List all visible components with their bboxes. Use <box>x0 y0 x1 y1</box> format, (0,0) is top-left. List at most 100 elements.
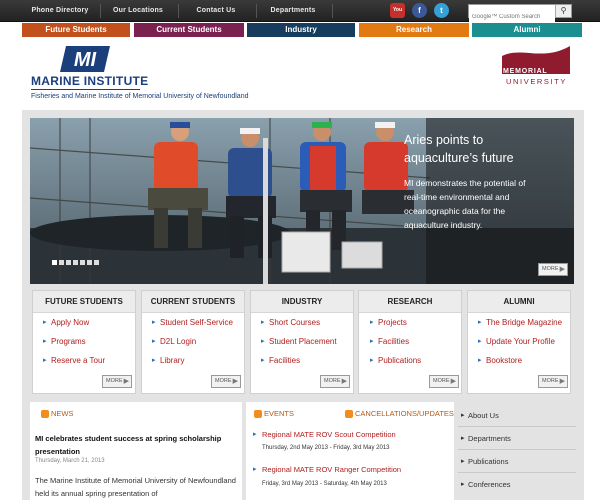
search-input[interactable] <box>469 11 555 23</box>
tab-current-students[interactable]: Current Students <box>134 23 244 37</box>
bullet-arrow-icon: ▸ <box>261 357 265 364</box>
events-heading[interactable]: EVENTS <box>264 409 294 418</box>
more-label: MORE <box>542 378 559 384</box>
divider <box>458 472 576 473</box>
arrow-right-icon: ▶ <box>123 378 129 385</box>
bullet-arrow-icon: ▸ <box>152 319 156 326</box>
link-publications[interactable]: ▸ Publications <box>370 356 422 365</box>
search-icon[interactable]: ⚲ <box>555 5 571 17</box>
more-button[interactable]: MORE ▶ <box>429 375 459 388</box>
departments-link[interactable]: Departments <box>258 0 328 22</box>
bullet-arrow-icon: ▸ <box>478 338 482 345</box>
link-bookstore[interactable]: ▸ Bookstore <box>478 356 523 365</box>
link-label: Facilities <box>378 337 410 346</box>
more-button[interactable]: MORE ▶ <box>102 375 132 388</box>
link-d2l-login[interactable]: ▸ D2L Login <box>152 337 196 346</box>
link-label: Facilities <box>269 356 301 365</box>
bullet-arrow-icon: ▸ <box>370 357 374 364</box>
site-subtitle: Fisheries and Marine Institute of Memori… <box>31 93 249 100</box>
rss-icon[interactable] <box>41 410 49 418</box>
our-locations-link[interactable]: Our Locations <box>102 0 174 22</box>
slide-dot[interactable] <box>87 260 92 265</box>
divider <box>256 4 257 18</box>
news-heading[interactable]: NEWS <box>51 409 74 418</box>
news-body: The Marine Institute of Memorial Univers… <box>35 476 236 498</box>
rss-icon[interactable] <box>254 410 262 418</box>
bullet-arrow-icon: ▸ <box>461 435 465 442</box>
box-title: CURRENT STUDENTS <box>142 291 244 313</box>
tab-industry[interactable]: Industry <box>247 23 355 37</box>
link-student-self-service[interactable]: ▸ Student Self-Service <box>152 318 233 327</box>
sidebar-item-about-us[interactable]: About Us <box>468 411 499 420</box>
link-label: Programs <box>51 337 86 346</box>
link-student-placement[interactable]: ▸ Student Placement <box>261 337 337 346</box>
link-programs[interactable]: ▸ Programs <box>43 337 86 346</box>
link-label: Library <box>160 356 185 365</box>
contact-us-link[interactable]: Contact Us <box>180 0 252 22</box>
link-projects[interactable]: ▸ Projects <box>370 318 407 327</box>
box-title: INDUSTRY <box>251 291 353 313</box>
bullet-arrow-icon: ▸ <box>370 319 374 326</box>
event-date: Friday, 3rd May 2013 - Saturday, 4th May… <box>262 481 387 487</box>
divider <box>458 449 576 450</box>
divider <box>458 426 576 427</box>
link-update-profile[interactable]: ▸ Update Your Profile <box>478 337 555 346</box>
rss-icon[interactable] <box>345 410 353 418</box>
link-library[interactable]: ▸ Library <box>152 356 185 365</box>
slide-dot[interactable] <box>66 260 71 265</box>
more-label: MORE <box>324 378 341 384</box>
link-apply-now[interactable]: ▸ Apply Now <box>43 318 90 327</box>
hero-more-button[interactable]: MORE ▶ <box>538 263 568 276</box>
marine-institute-logo[interactable]: MI <box>58 44 112 74</box>
slide-dot[interactable] <box>80 260 85 265</box>
event-date: Thursday, 2nd May 2013 - Friday, 3rd May… <box>262 445 390 451</box>
sidebar-item-conferences[interactable]: Conferences <box>468 480 511 489</box>
link-bridge-magazine[interactable]: ▸ The Bridge Magazine <box>478 318 563 327</box>
link-label: Student Placement <box>269 337 337 346</box>
link-label: Projects <box>378 318 407 327</box>
phone-directory-link[interactable]: Phone Directory <box>22 0 98 22</box>
sidebar-item-publications[interactable]: Publications <box>468 457 508 466</box>
more-button[interactable]: MORE ▶ <box>320 375 350 388</box>
tab-alumni[interactable]: Alumni <box>472 23 582 37</box>
news-date: Thursday, March 21, 2013 <box>35 458 105 464</box>
link-label: Publications <box>378 356 422 365</box>
bullet-arrow-icon: ▸ <box>152 357 156 364</box>
more-label: MORE <box>215 378 232 384</box>
tab-future-students[interactable]: Future Students <box>22 23 130 37</box>
link-facilities[interactable]: ▸ Facilities <box>261 356 301 365</box>
hero-description: MI demonstrates the potential of real-ti… <box>404 178 526 230</box>
tab-research[interactable]: Research <box>359 23 469 37</box>
slide-dot[interactable] <box>94 260 99 265</box>
slide-dot[interactable] <box>59 260 64 265</box>
slide-dot[interactable] <box>73 260 78 265</box>
cancellations-heading[interactable]: CANCELLATIONS/UPDATES <box>355 409 454 418</box>
hero-title[interactable]: Aries points to aquaculture’s future <box>404 131 544 167</box>
site-name: MARINE INSTITUTE <box>31 74 149 88</box>
search-box: ⚲ <box>468 4 572 23</box>
link-label: Bookstore <box>486 356 523 365</box>
bullet-arrow-icon: ▸ <box>461 458 465 465</box>
slide-dot[interactable] <box>52 260 57 265</box>
more-button[interactable]: MORE ▶ <box>211 375 241 388</box>
youtube-icon[interactable]: You <box>390 3 405 18</box>
twitter-icon[interactable]: t <box>434 3 449 18</box>
link-facilities[interactable]: ▸ Facilities <box>370 337 410 346</box>
bullet-arrow-icon: ▸ <box>461 412 465 419</box>
divider <box>31 89 140 90</box>
link-label: The Bridge Magazine <box>486 318 563 327</box>
link-label: Apply Now <box>51 318 90 327</box>
event-title[interactable]: Regional MATE ROV Ranger Competition <box>262 465 401 474</box>
news-title[interactable]: MI celebrates student success at spring … <box>35 432 235 458</box>
event-title[interactable]: Regional MATE ROV Scout Competition <box>262 430 396 439</box>
more-label: MORE <box>542 266 559 272</box>
arrow-right-icon: ▶ <box>232 378 238 385</box>
more-button[interactable]: MORE ▶ <box>538 375 568 388</box>
bullet-arrow-icon: ▸ <box>152 338 156 345</box>
bullet-arrow-icon: ▸ <box>461 481 465 488</box>
link-reserve-tour[interactable]: ▸ Reserve a Tour <box>43 356 105 365</box>
bullet-arrow-icon: ▸ <box>43 319 47 326</box>
link-short-courses[interactable]: ▸ Short Courses <box>261 318 320 327</box>
sidebar-item-departments[interactable]: Departments <box>468 434 511 443</box>
facebook-icon[interactable]: f <box>412 3 427 18</box>
